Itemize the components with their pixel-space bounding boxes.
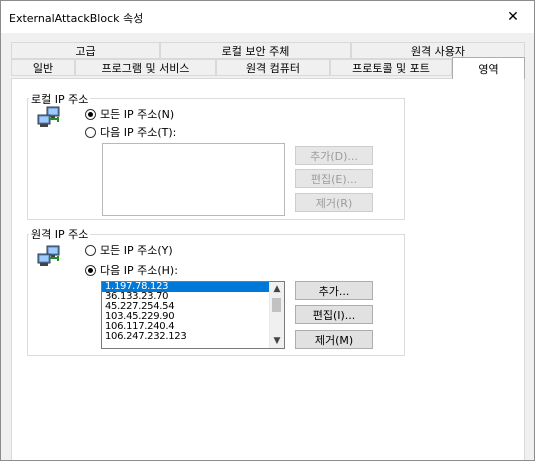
- radio-dot: [88, 111, 93, 117]
- tab-label: 고급: [75, 44, 96, 58]
- list-scrollbar[interactable]: ▲ ▼: [269, 282, 284, 348]
- tab-label: 프로토콜 및 포트: [352, 61, 430, 75]
- tab-label: 영역: [478, 62, 499, 76]
- button-label: 편집(I)...: [312, 308, 356, 322]
- radio-dot: [88, 267, 93, 273]
- radio-circle: [85, 244, 96, 256]
- tab-label: 일반: [32, 61, 54, 75]
- remote-any-ip-radio[interactable]: 모든 IP 주소(Y): [85, 242, 173, 258]
- local-remove-button[interactable]: 제거(R): [295, 193, 373, 212]
- radio-circle: [85, 264, 96, 276]
- tab-remote-computers[interactable]: 원격 컴퓨터: [216, 59, 330, 76]
- radio-label: 모든 IP 주소(Y): [100, 244, 173, 257]
- local-add-button[interactable]: 추가(D)...: [295, 146, 373, 165]
- button-label: 제거(R): [315, 196, 353, 210]
- network-computers-icon: [37, 106, 60, 127]
- scroll-down-icon[interactable]: ▼: [270, 334, 284, 348]
- tab-label: 원격 컴퓨터: [245, 61, 301, 75]
- tab-protocols-ports[interactable]: 프로토콜 및 포트: [330, 59, 452, 76]
- local-edit-button[interactable]: 편집(E)...: [295, 169, 373, 188]
- window-title: ExternalAttackBlock 속성: [9, 12, 144, 25]
- button-label: 편집(E)...: [310, 172, 358, 186]
- remote-remove-button[interactable]: 제거(M): [295, 330, 373, 349]
- local-these-ip-radio[interactable]: 다음 IP 주소(T):: [85, 124, 176, 140]
- local-any-ip-radio[interactable]: 모든 IP 주소(N): [85, 106, 174, 122]
- radio-circle: [85, 126, 96, 138]
- remote-these-ip-radio[interactable]: 다음 IP 주소(H):: [85, 262, 178, 278]
- radio-label: 다음 IP 주소(T):: [100, 126, 177, 139]
- scope-panel: 로컬 IP 주소 모든 IP 주소(N) 다음 IP 주소(T): 추가(D).…: [11, 78, 525, 461]
- tab-programs-services[interactable]: 프로그램 및 서비스: [75, 59, 216, 76]
- scroll-up-icon[interactable]: ▲: [270, 282, 284, 296]
- radio-label: 다음 IP 주소(H):: [100, 264, 178, 277]
- radio-circle: [85, 108, 96, 120]
- remote-edit-button[interactable]: 편집(I)...: [295, 305, 373, 324]
- close-icon: ✕: [507, 8, 519, 25]
- button-label: 추가...: [318, 284, 350, 298]
- local-ip-list[interactable]: [102, 143, 285, 216]
- remote-ip-list[interactable]: 1.197.78.123 36.133.23.70 45.227.254.54 …: [101, 281, 285, 349]
- list-item[interactable]: 106.247.232.123: [102, 332, 284, 342]
- title-bar: ExternalAttackBlock 속성 ✕: [0, 0, 535, 33]
- tab-advanced[interactable]: 고급: [11, 42, 160, 59]
- button-label: 제거(M): [314, 333, 354, 347]
- tab-general[interactable]: 일반: [11, 59, 75, 76]
- radio-label: 모든 IP 주소(N): [100, 108, 175, 121]
- remote-ip-legend: 원격 IP 주소: [29, 226, 91, 242]
- tab-label: 로컬 보안 주체: [221, 44, 290, 58]
- remote-add-button[interactable]: 추가...: [295, 281, 373, 300]
- local-ip-legend: 로컬 IP 주소: [29, 91, 91, 107]
- scroll-thumb[interactable]: [272, 298, 281, 312]
- button-label: 추가(D)...: [310, 149, 358, 163]
- tab-scope[interactable]: 영역: [452, 57, 525, 79]
- close-button[interactable]: ✕: [491, 0, 535, 33]
- network-computers-icon: [37, 245, 60, 266]
- tab-local-principals[interactable]: 로컬 보안 주체: [160, 42, 351, 59]
- tab-label: 프로그램 및 서비스: [101, 61, 190, 75]
